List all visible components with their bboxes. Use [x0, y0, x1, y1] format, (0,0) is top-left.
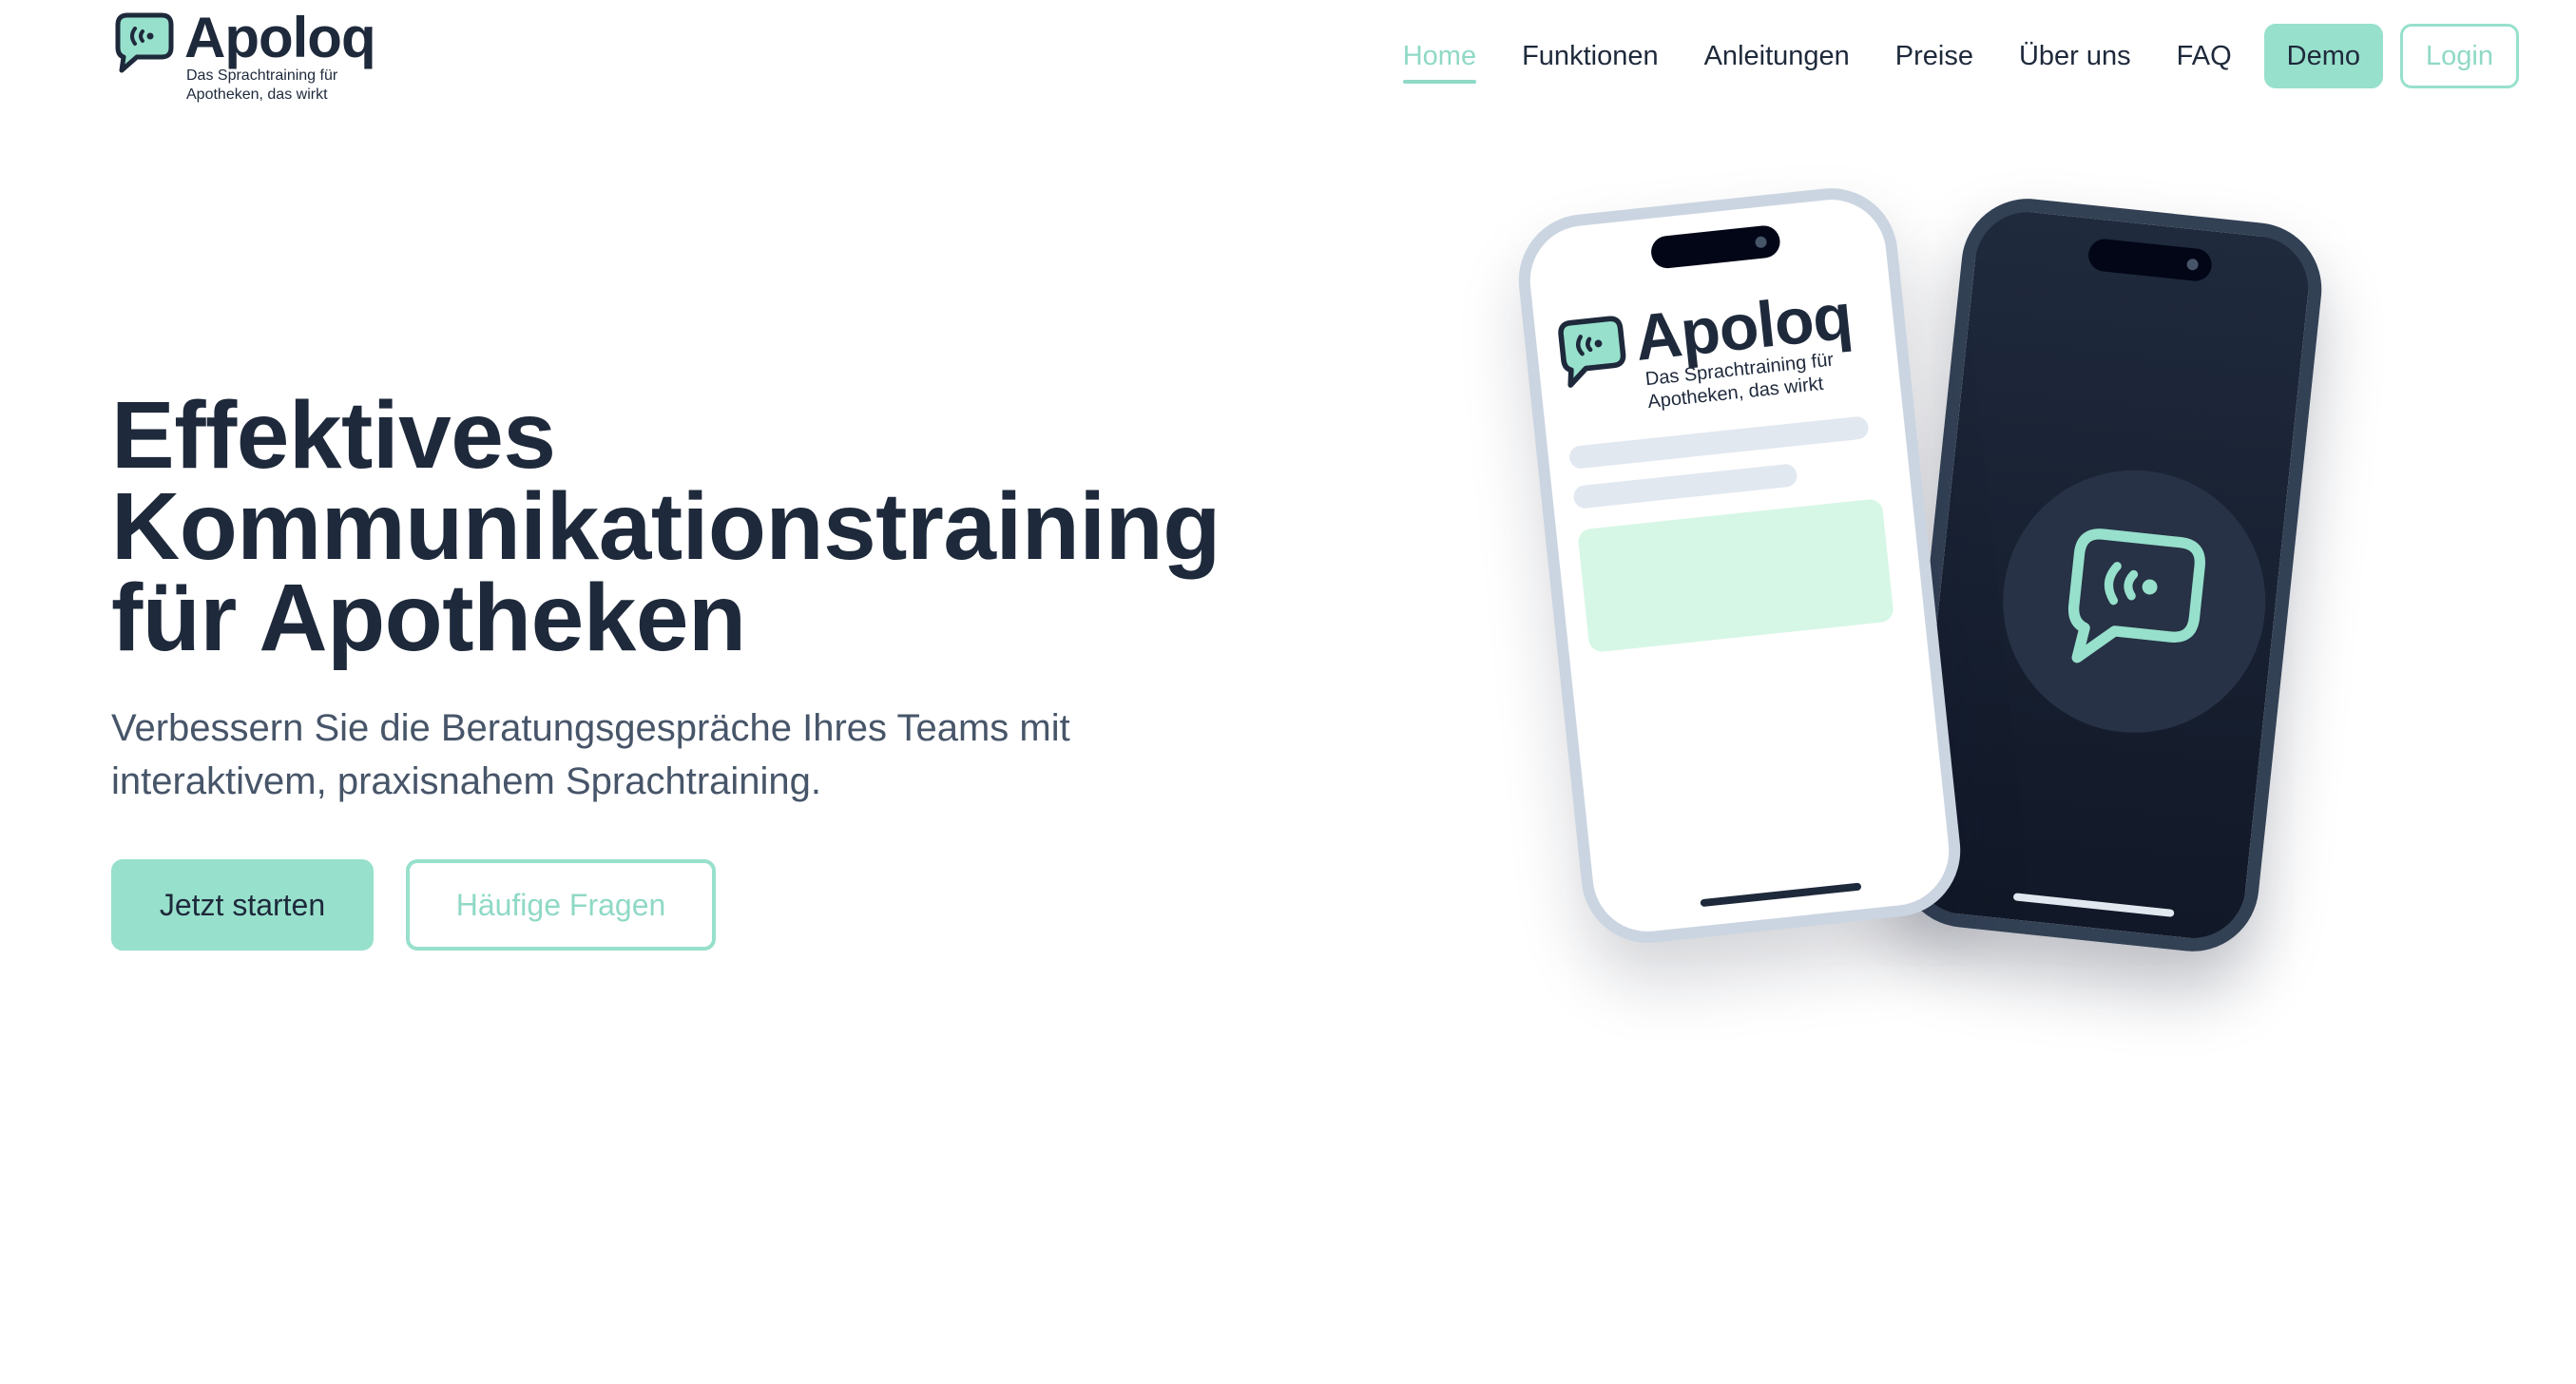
- site-header: Apoloq Das Sprachtraining für Apotheken,…: [0, 0, 2576, 124]
- phone-notch: [2086, 237, 2214, 283]
- phone-notch: [1649, 223, 1782, 270]
- brand-name: Apoloq: [184, 6, 376, 69]
- login-button[interactable]: Login: [2400, 24, 2519, 88]
- nav-item-funktionen[interactable]: Funktionen: [1522, 31, 1659, 82]
- brand-tagline: Das Sprachtraining für Apotheken, das wi…: [186, 67, 338, 103]
- nav-item-preise[interactable]: Preise: [1895, 31, 1973, 82]
- speech-bubble-signal-icon: [115, 12, 174, 73]
- brand-logo[interactable]: Apoloq Das Sprachtraining für Apotheken,…: [114, 6, 376, 106]
- speech-bubble-signal-icon: [2067, 529, 2206, 663]
- home-indicator: [1700, 882, 1862, 908]
- demo-button[interactable]: Demo: [2263, 24, 2384, 88]
- start-button[interactable]: Jetzt starten: [111, 859, 374, 951]
- speech-bubble-signal-icon: [1558, 316, 1626, 388]
- home-indicator: [2012, 893, 2175, 917]
- placeholder-line: [1572, 463, 1798, 509]
- hero-title: Effektives Kommunikationstraining für Ap…: [111, 382, 1221, 671]
- phone-light-mockup: Apoloq Das Sprachtraining für Apotheken,…: [1511, 182, 1968, 950]
- nav-item-ueber-uns[interactable]: Über uns: [2019, 31, 2131, 82]
- nav-item-anleitungen[interactable]: Anleitungen: [1704, 31, 1850, 82]
- nav-item-home[interactable]: Home: [1402, 31, 1477, 84]
- phone-illustration: Apoloq Das Sprachtraining für Apotheken,…: [1511, 171, 2376, 1008]
- nav-item-faq[interactable]: FAQ: [2177, 31, 2232, 82]
- placeholder-card: [1577, 497, 1894, 653]
- main-nav: Home Funktionen Anleitungen Preise Über …: [1357, 23, 2519, 89]
- app-icon-circle: [1990, 457, 2278, 746]
- placeholder-line: [1567, 415, 1870, 471]
- phone-brand-logo: Apoloq Das Sprachtraining für Apotheken,…: [1554, 275, 1888, 422]
- hero-subtitle: Verbessern Sie die Beratungsgespräche Ih…: [111, 707, 1070, 802]
- faq-button[interactable]: Häufige Fragen: [406, 859, 716, 951]
